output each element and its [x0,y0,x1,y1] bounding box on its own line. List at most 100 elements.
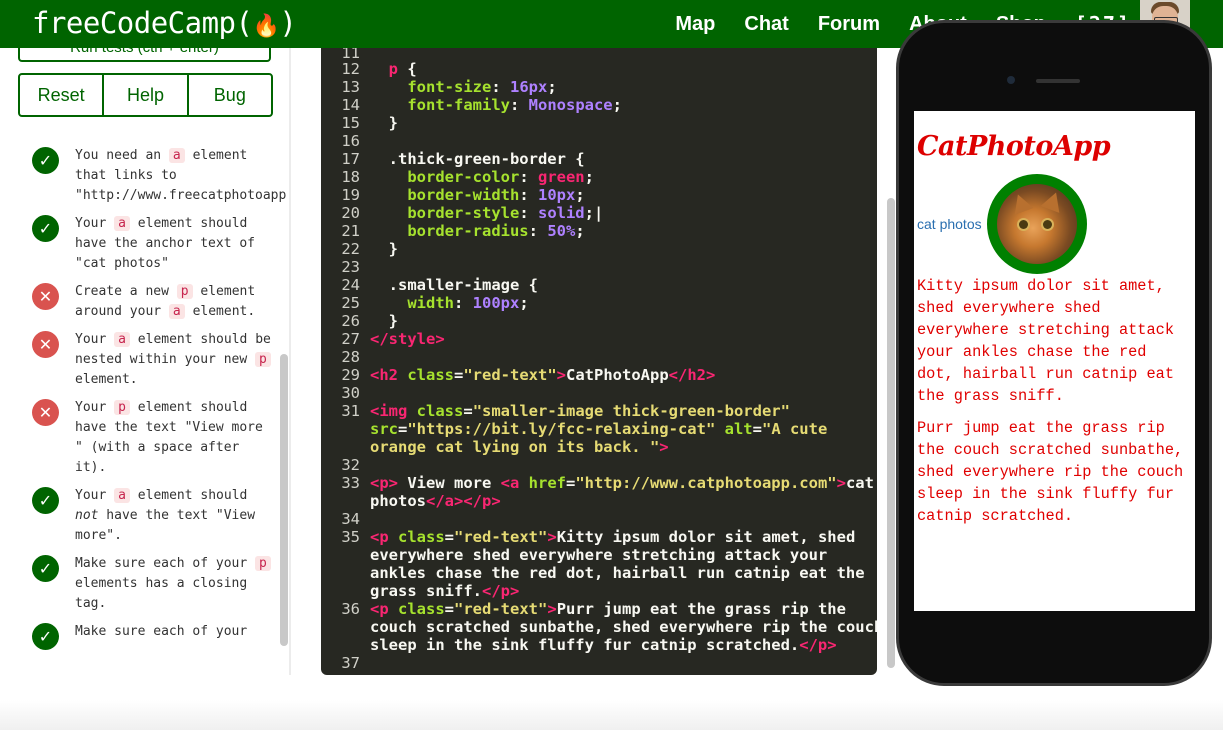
line-number: 28 [341,348,360,366]
code-token: .thick-green-border { [370,150,585,168]
code-line[interactable]: 12 p { [321,60,877,78]
line-content: <p class="red-text">Purr jump eat the gr… [370,600,846,618]
check-icon: ✓ [32,147,59,174]
test-item: ✓ Make sure each of your [32,622,272,650]
code-token: ; [519,294,529,312]
test-text-segment: not [75,508,99,523]
nav-link-map[interactable]: Map [675,13,715,36]
code-line[interactable]: 36 <p class="red-text">Purr jump eat the … [321,600,877,618]
preview-paragraph-1: Kitty ipsum dolor sit amet, shed everywh… [917,277,1175,405]
code-line[interactable]: sleep in the sink fluffy fur catnip scra… [321,636,877,654]
bug-button[interactable]: Bug [186,73,273,117]
editor-scrollbar[interactable] [887,198,895,668]
code-line[interactable]: 22 } [321,240,877,258]
code-editor[interactable]: 11 12 p {13 font-size: 16px; 14 font-famil… [321,48,877,675]
code-line[interactable]: 27 </style> [321,330,877,348]
line-content: p { [370,60,417,78]
line-number: 15 [341,114,360,132]
brand-close-paren: ) [279,6,297,40]
code-line[interactable]: 20 border-style: solid;| [321,204,877,222]
code-token: font-family [407,96,510,114]
code-line[interactable]: 29 <h2 class="red-text">CatPhotoApp</h2> [321,366,877,384]
code-line[interactable]: 33 <p> View more <a href="http://www.catp… [321,474,877,492]
code-line[interactable]: 18 border-color: green; [321,168,877,186]
code-token: : [528,222,548,240]
code-line[interactable]: 34 [321,510,877,528]
inline-code: a [168,304,185,319]
code-line[interactable]: grass sniff.</p> [321,582,877,600]
panel-divider[interactable] [289,48,291,675]
line-content: border-width: 10px; [370,186,584,204]
code-line[interactable]: 32 [321,456,877,474]
code-line[interactable]: everywhere shed everywhere stretching at… [321,546,877,564]
code-token: = [752,420,762,438]
code-token: "smaller-image thick-green-border" [472,402,790,420]
reset-button[interactable]: Reset [18,73,105,117]
code-token: everywhere shed everywhere stretching at… [370,546,828,564]
line-content: couch scratched sunbathe, shed everywher… [370,618,877,636]
code-line[interactable]: couch scratched sunbathe, shed everywher… [321,618,877,636]
code-line[interactable]: 26 } [321,312,877,330]
code-line[interactable]: 28 [321,348,877,366]
line-number: 26 [341,312,360,330]
left-scrollbar[interactable] [280,354,288,646]
code-line[interactable]: 17 .thick-green-border { [321,150,877,168]
code-line[interactable]: 19 border-width: 10px; [321,186,877,204]
code-line[interactable]: src="https://bit.ly/fcc-relaxing-cat" al… [321,420,877,438]
line-number: 29 [341,366,360,384]
code-token: : [519,168,538,186]
nav-link-chat[interactable]: Chat [744,13,788,36]
line-number: 36 [341,600,360,618]
test-text: Your a element should not have the text … [75,488,255,543]
code-token: = [463,402,473,420]
test-item: ✓ Your a element should not have the text… [32,486,272,546]
cat-photos-link[interactable]: cat photos [917,216,982,232]
code-line[interactable]: 31 <img class="smaller-image thick-green-… [321,402,877,420]
code-token: 10px [537,186,576,204]
code-line[interactable]: orange cat lying on its back. "> [321,438,877,456]
code-token: : [519,204,538,222]
code-line[interactable]: photos</a></p> [321,492,877,510]
code-token: = [565,474,576,492]
code-token: > [547,600,557,618]
code-token: border-color [407,168,520,186]
code-token: src [370,420,398,438]
test-list: ✓ You need an a element that links to "ht… [32,146,290,650]
code-line[interactable]: 23 [321,258,877,276]
test-text-segment: element. [184,304,256,319]
code-line[interactable]: 37 [321,654,877,672]
code-line[interactable]: 21 border-radius: 50%; [321,222,877,240]
line-content: font-family: Monospace; [370,96,622,114]
code-line[interactable]: 24 .smaller-image { [321,276,877,294]
code-line[interactable]: 30 [321,384,877,402]
code-line[interactable]: ankles chase the red dot, hairball run c… [321,564,877,582]
help-button[interactable]: Help [102,73,189,117]
code-line[interactable]: 13 font-size: 16px; [321,78,877,96]
inline-code: p [255,352,271,367]
code-token: <p [370,528,398,546]
code-token: <a [500,474,529,492]
test-item: ✕ Create a new p element around your a el… [32,282,272,322]
cross-icon: ✕ [32,283,59,310]
code-token: } [370,312,398,330]
code-line[interactable]: 14 font-family: Monospace; [321,96,877,114]
line-content: border-radius: 50%; [370,222,584,240]
line-content: sleep in the sink fluffy fur catnip scra… [370,636,837,654]
code-token: : [454,294,473,312]
code-token: href [528,474,566,492]
line-content: width: 100px; [370,294,529,312]
test-text-segment: Your [75,216,115,231]
code-line[interactable]: 15 } [321,114,877,132]
code-line[interactable]: 35 <p class="red-text">Kitty ipsum dolor … [321,528,877,546]
test-text-segment: You need an [75,148,169,163]
run-tests-button[interactable]: Run tests (ctrl + enter) [18,48,271,62]
code-line[interactable]: 25 width: 100px; [321,294,877,312]
action-buttons: Reset Help Bug [18,73,273,117]
code-line[interactable]: 16 [321,132,877,150]
nav-link-forum[interactable]: Forum [818,13,880,36]
test-item: ✕ Your a element should be nested within … [32,330,272,390]
code-token: ; [584,168,594,186]
freecodecamp-logo[interactable]: freeCodeCamp(🔥) [32,5,297,45]
